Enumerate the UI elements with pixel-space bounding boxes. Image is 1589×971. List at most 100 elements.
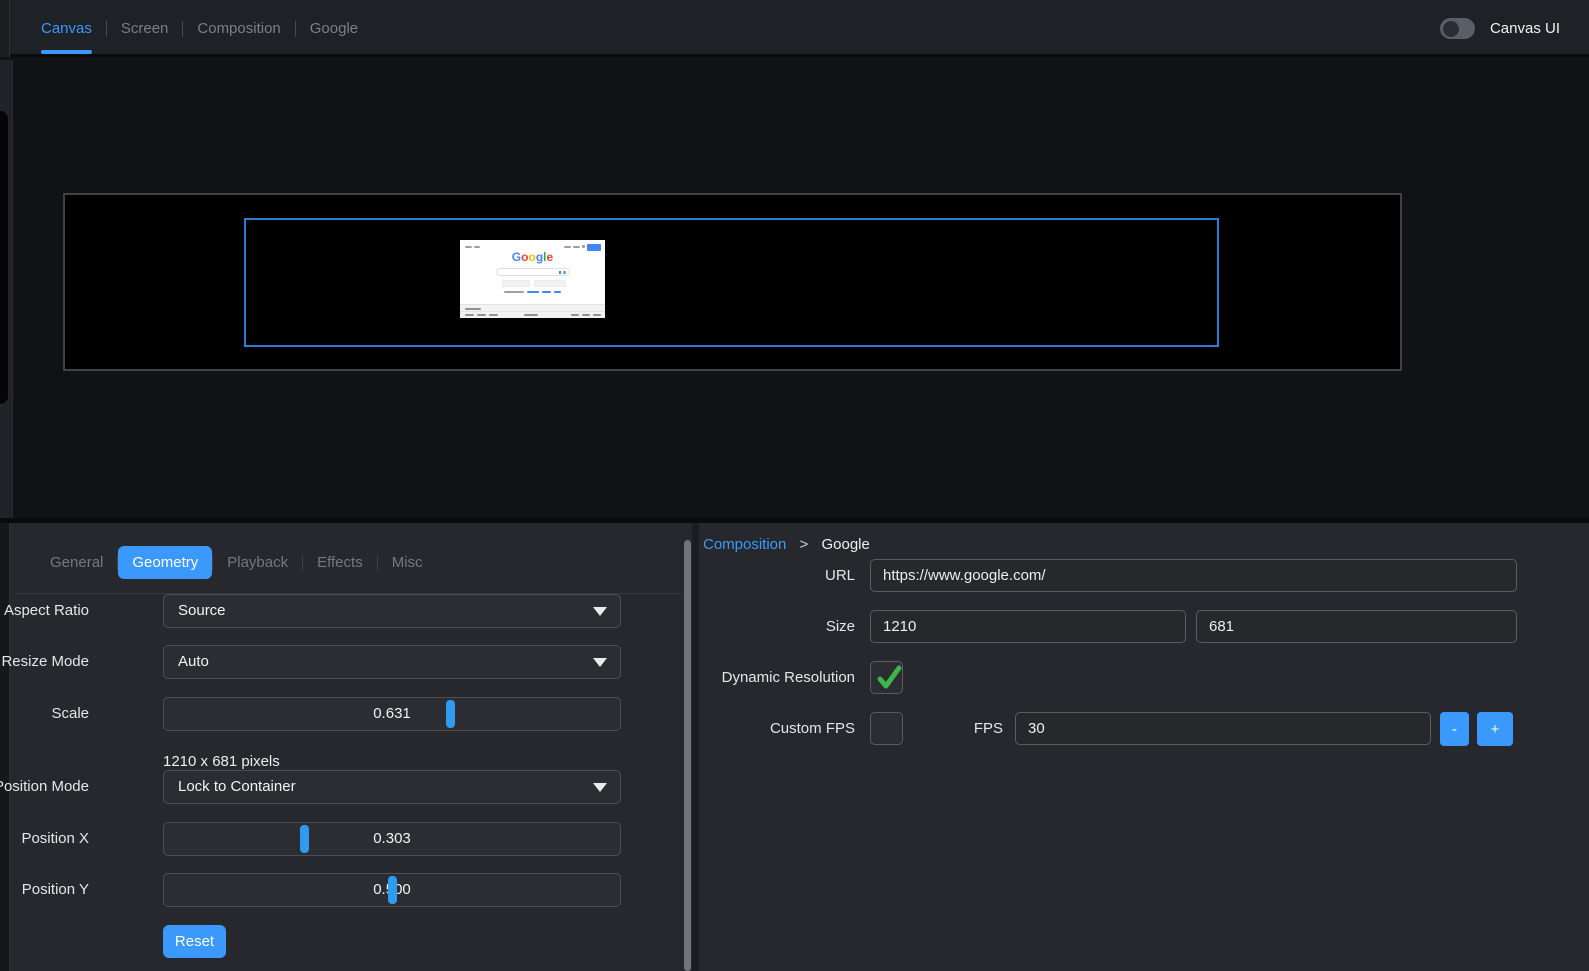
tab-screen[interactable]: Screen: [107, 0, 183, 57]
thumb-link-smudge: [527, 291, 539, 293]
toggle-knob-icon: [1443, 21, 1459, 37]
tab-general[interactable]: General: [36, 546, 117, 579]
breadcrumb-current: Google: [821, 536, 869, 553]
thumb-search-button: [502, 280, 530, 287]
scale-slider-handle[interactable]: [446, 700, 455, 728]
thumb-text-smudge: [593, 314, 601, 316]
fps-input[interactable]: [1015, 712, 1431, 745]
chevron-down-icon: [593, 783, 607, 792]
tab-effects-label: Effects: [317, 554, 363, 571]
url-input[interactable]: [870, 559, 1517, 592]
chevron-down-icon: [593, 607, 607, 616]
tab-composition-label: Composition: [197, 20, 280, 37]
thumb-language-links: [460, 291, 605, 293]
fps-decrement-button[interactable]: -: [1440, 712, 1469, 746]
position-y-slider-handle[interactable]: [388, 876, 397, 904]
position-x-row: Position X 0.303: [13, 822, 623, 856]
canvas-ui-toggle-label: Canvas UI: [1490, 20, 1560, 37]
dynamic-resolution-row: Dynamic Resolution: [699, 661, 1589, 695]
panel-scrollbar-thumb[interactable]: [684, 540, 691, 971]
logo-letter: G: [512, 250, 521, 264]
thumb-footer: [460, 304, 605, 318]
top-tab-bar: Canvas Screen Composition Google Canvas …: [0, 0, 1589, 57]
tab-general-label: General: [50, 554, 103, 571]
aspect-ratio-row: Aspect Ratio Source: [13, 594, 623, 628]
position-mode-label: Position Mode: [0, 770, 89, 804]
canvas-preview-area[interactable]: Google: [0, 60, 1589, 518]
tab-composition[interactable]: Composition: [183, 0, 294, 57]
thumb-link-smudge: [554, 291, 561, 293]
custom-fps-checkbox[interactable]: [870, 712, 903, 745]
scale-value: 0.631: [164, 698, 620, 730]
thumb-text-smudge: [564, 246, 571, 248]
offscreen-panel-edge: [0, 110, 9, 405]
thumb-mic-icon: [559, 271, 561, 274]
tab-playback[interactable]: Playback: [213, 546, 302, 579]
scale-row: Scale 0.631: [13, 697, 623, 731]
chevron-down-icon: [593, 658, 607, 667]
resize-mode-value: Auto: [178, 646, 209, 678]
tab-misc[interactable]: Misc: [378, 546, 437, 579]
position-x-value: 0.303: [164, 823, 620, 855]
resize-mode-row: Resize Mode Auto: [13, 645, 623, 679]
resize-mode-dropdown[interactable]: Auto: [163, 645, 621, 679]
canvas-frame[interactable]: Google: [63, 193, 1402, 371]
fps-label: FPS: [935, 712, 1003, 746]
checkmark-icon: [874, 663, 904, 693]
tab-geometry-label: Geometry: [132, 554, 198, 571]
selected-layer-bounds[interactable]: Google: [244, 218, 1219, 347]
thumb-text-smudge: [489, 314, 498, 316]
left-edge-strip: [0, 0, 10, 57]
thumb-text-smudge: [477, 314, 486, 316]
pixel-size-text: 1210 x 681 pixels: [163, 753, 463, 770]
thumb-text-smudge: [465, 314, 474, 316]
thumb-link-smudge: [542, 291, 551, 293]
fps-increment-button[interactable]: +: [1477, 712, 1513, 746]
position-y-label: Position Y: [0, 873, 89, 907]
tab-google[interactable]: Google: [296, 0, 372, 57]
custom-fps-row: Custom FPS FPS - +: [699, 712, 1589, 746]
scale-label: Scale: [0, 697, 89, 731]
dynamic-resolution-label: Dynamic Resolution: [635, 661, 855, 695]
thumb-text-smudge: [474, 246, 480, 248]
thumb-text-smudge: [573, 246, 580, 248]
size-height-input[interactable]: [1196, 610, 1517, 643]
canvas-ui-toggle[interactable]: [1440, 18, 1475, 39]
size-width-input[interactable]: [870, 610, 1186, 643]
position-x-slider[interactable]: 0.303: [163, 822, 621, 856]
tab-screen-label: Screen: [121, 20, 169, 37]
aspect-ratio-label: Aspect Ratio: [0, 594, 89, 628]
url-label: URL: [635, 559, 855, 593]
bottom-panels: General Geometry Playback Effects Misc A…: [0, 518, 1589, 971]
breadcrumb: Composition > Google: [703, 536, 870, 553]
active-tab-underline: [41, 50, 92, 54]
google-page-thumbnail[interactable]: Google: [460, 240, 605, 318]
scale-slider[interactable]: 0.631: [163, 697, 621, 731]
tab-canvas[interactable]: Canvas: [27, 0, 106, 57]
dynamic-resolution-checkbox[interactable]: [870, 661, 903, 694]
reset-button[interactable]: Reset: [163, 925, 226, 958]
logo-letter: e: [547, 250, 554, 264]
top-tabs: Canvas Screen Composition Google: [13, 0, 372, 57]
canvas-ui-toggle-group: Canvas UI: [1440, 0, 1560, 57]
aspect-ratio-dropdown[interactable]: Source: [163, 594, 621, 628]
size-label: Size: [635, 610, 855, 644]
position-y-slider[interactable]: 0.500: [163, 873, 621, 907]
thumb-text-smudge: [582, 314, 590, 316]
thumb-google-logo: Google: [460, 250, 605, 264]
left-edge-strip: [0, 60, 13, 518]
tab-canvas-label: Canvas: [41, 20, 92, 37]
tab-playback-label: Playback: [227, 554, 288, 571]
layer-properties-panel: General Geometry Playback Effects Misc A…: [13, 523, 683, 971]
tab-effects[interactable]: Effects: [303, 546, 377, 579]
thumb-text-smudge: [465, 246, 472, 248]
url-row: URL: [699, 559, 1589, 593]
tab-geometry[interactable]: Geometry: [118, 546, 212, 579]
custom-fps-label: Custom FPS: [635, 712, 855, 746]
position-mode-row: Position Mode Lock to Container: [13, 770, 623, 804]
position-mode-dropdown[interactable]: Lock to Container: [163, 770, 621, 804]
position-x-slider-handle[interactable]: [300, 825, 309, 853]
breadcrumb-composition-link[interactable]: Composition: [703, 536, 786, 553]
tab-google-label: Google: [310, 20, 358, 37]
thumb-footer-row: [460, 311, 605, 318]
